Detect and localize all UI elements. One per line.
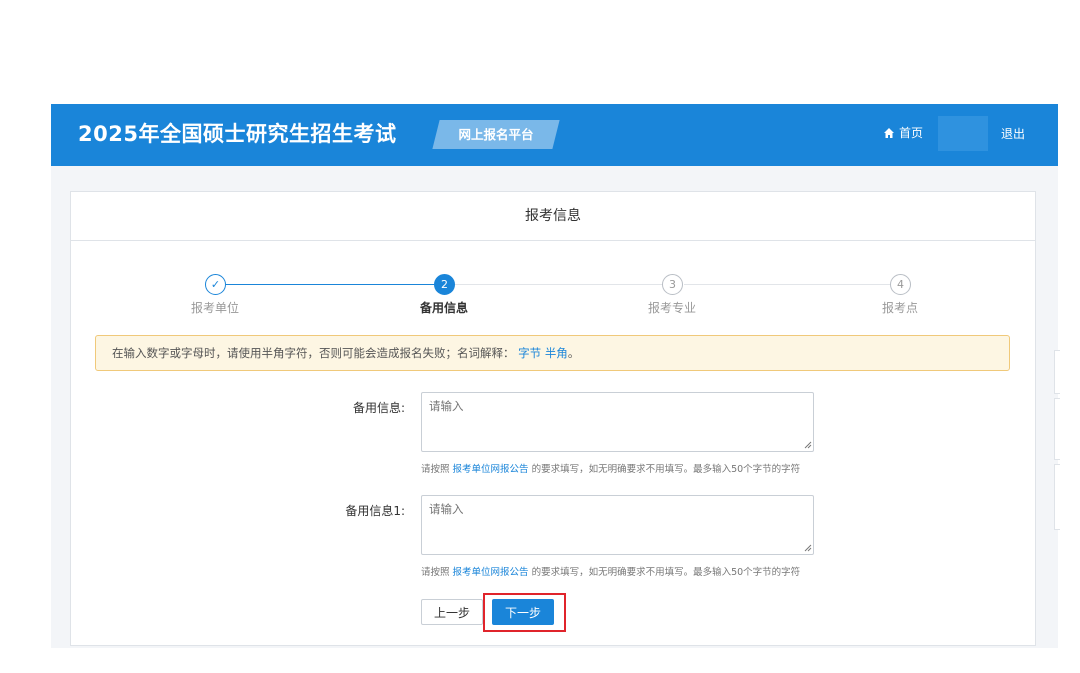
site-title: 2025年全国硕士研究生招生考试 xyxy=(78,122,397,146)
logout-link[interactable]: 退出 xyxy=(1001,125,1025,142)
step-2-marker: 2 xyxy=(434,274,455,295)
bytes-link[interactable]: 字节 xyxy=(518,346,541,360)
side-tab[interactable] xyxy=(1054,398,1060,460)
backup-info-input[interactable] xyxy=(421,392,814,452)
user-name-area xyxy=(938,116,988,151)
hint-suffix: 的要求填写，如无明确要求不用填写。最多输入50个字节的字符 xyxy=(531,464,801,475)
backup-info-1-hint: 请按照 报考单位网报公告 的要求填写，如无明确要求不用填写。最多输入50个字节的… xyxy=(421,564,800,578)
step-3-marker: 3 xyxy=(662,274,683,295)
hint-prefix: 请按照 xyxy=(421,464,450,475)
step-3-label: 报考专业 xyxy=(647,301,697,315)
home-label: 首页 xyxy=(899,126,924,140)
step-2-label: 备用信息 xyxy=(419,301,469,315)
platform-label: 网上报名平台 xyxy=(458,127,534,142)
platform-badge: 网上报名平台 xyxy=(432,120,560,149)
backup-info-1-input[interactable] xyxy=(421,495,814,555)
step-connector xyxy=(225,284,435,285)
prev-step-button[interactable]: 上一步 xyxy=(421,599,483,625)
next-button-highlight xyxy=(483,593,566,632)
card-title: 报考信息 xyxy=(71,192,1035,241)
side-tab[interactable] xyxy=(1054,464,1060,530)
home-link[interactable]: 首页 xyxy=(883,124,923,141)
step-1-check-icon: ✓ xyxy=(205,274,226,295)
hint-prefix: 请按照 xyxy=(421,567,450,578)
top-header: 2025年全国硕士研究生招生考试 网上报名平台 首页 退出 xyxy=(51,104,1058,166)
progress-steps: ✓ 2 3 4 报考单位 备用信息 报考专业 报考点 xyxy=(71,274,1037,315)
step-4-label: 报考点 xyxy=(881,301,919,315)
step-connector xyxy=(684,284,891,285)
step-4-marker: 4 xyxy=(890,274,911,295)
backup-info-hint: 请按照 报考单位网报公告 的要求填写，如无明确要求不用填写。最多输入50个字节的… xyxy=(421,461,800,475)
halfwidth-link[interactable]: 半角 xyxy=(545,346,568,360)
step-connector xyxy=(455,284,663,285)
resize-grip-icon[interactable] xyxy=(804,544,812,552)
step-1-label: 报考单位 xyxy=(190,301,240,315)
announcement-link[interactable]: 报考单位网报公告 xyxy=(453,464,529,475)
resize-grip-icon[interactable] xyxy=(804,441,812,449)
half-width-notice: 在输入数字或字母时，请使用半角字符，否则可能会造成报名失败；名词解释： 字节 半… xyxy=(95,335,1010,371)
side-tab[interactable] xyxy=(1054,350,1060,394)
notice-end: 。 xyxy=(567,346,580,360)
backup-info-label: 备用信息: xyxy=(352,401,405,415)
backup-info-1-label: 备用信息1: xyxy=(345,504,405,518)
notice-text: 在输入数字或字母时，请使用半角字符，否则可能会造成报名失败；名词解释： xyxy=(112,346,515,360)
hint-suffix: 的要求填写，如无明确要求不用填写。最多输入50个字节的字符 xyxy=(531,567,801,578)
home-icon xyxy=(884,127,894,138)
announcement-link[interactable]: 报考单位网报公告 xyxy=(453,567,529,578)
